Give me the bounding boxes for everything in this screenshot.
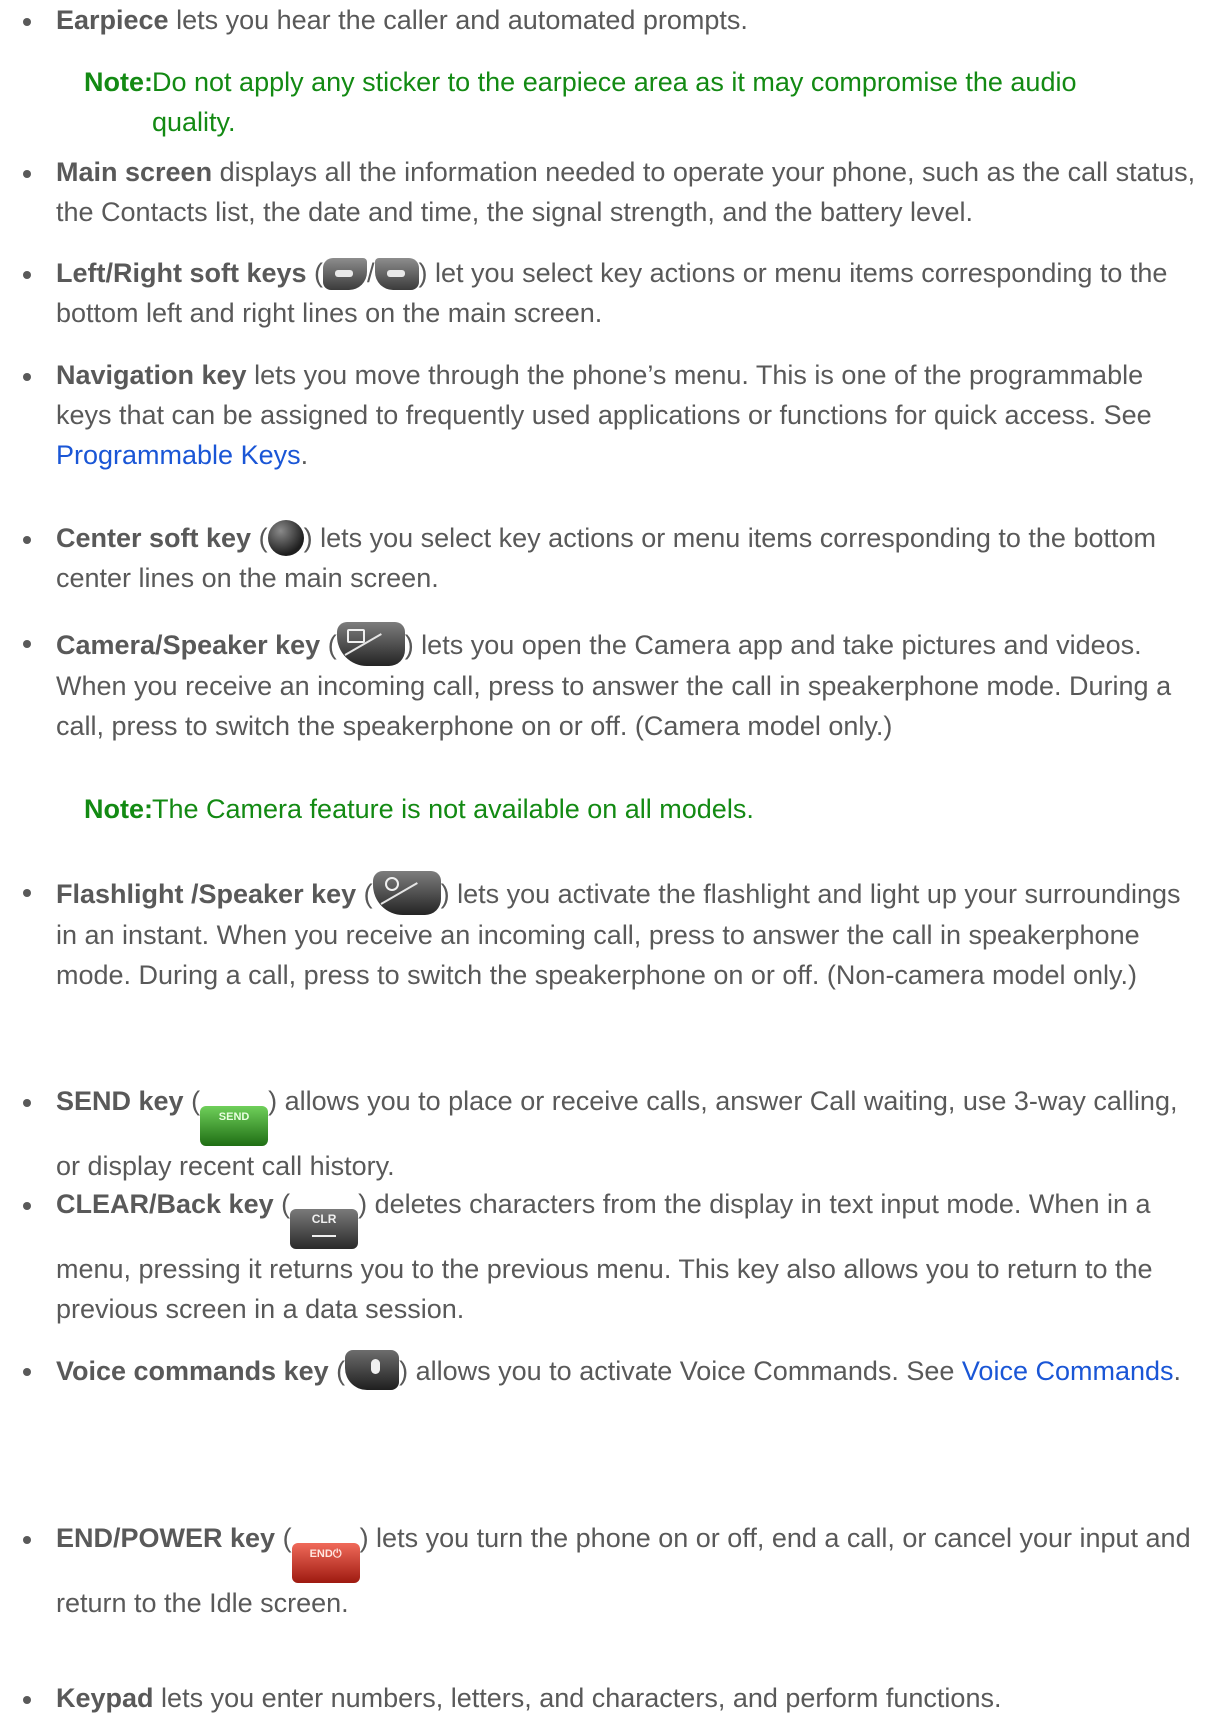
bullet — [23, 536, 31, 544]
list-item-text: Voice commands key ( ) allows you to acti… — [56, 1350, 1200, 1391]
list-item-text: Navigation key lets you move through the… — [56, 355, 1200, 475]
list-item-text: SEND key (SEND) allows you to place or r… — [56, 1081, 1200, 1186]
bullet — [23, 18, 31, 26]
item-term: SEND key — [56, 1086, 184, 1116]
note-earpiece: Note:Do not apply any sticker to the ear… — [84, 62, 1168, 142]
item-term: Flashlight /Speaker key — [56, 879, 357, 909]
bullet — [23, 1536, 31, 1544]
list-item-text: Flashlight /Speaker key () lets you acti… — [56, 871, 1200, 995]
list-item-text: Keypad lets you enter numbers, letters, … — [56, 1678, 1200, 1718]
note-text: Do not apply any sticker to the earpiece… — [152, 67, 1077, 97]
item-term: CLEAR/Back key — [56, 1189, 274, 1219]
item-after: . — [300, 440, 309, 470]
list-item-text: CLEAR/Back key (CLR) deletes characters … — [56, 1184, 1200, 1329]
item-term: Center soft key — [56, 523, 252, 553]
list-item-text: Main screen displays all the information… — [56, 152, 1200, 232]
item-term: Main screen — [56, 157, 213, 187]
item-body: displays all the information needed to o… — [56, 157, 1196, 227]
list-item-text: Left/Right soft keys (/) let you select … — [56, 253, 1200, 333]
bullet — [23, 373, 31, 381]
voice-commands-key-icon — [345, 1350, 400, 1390]
bullet — [23, 170, 31, 178]
camera-speaker-key-icon — [336, 622, 405, 666]
separator: / — [367, 258, 375, 288]
open-paren: ( — [183, 1086, 201, 1116]
note-camera: Note:The Camera feature is not available… — [84, 789, 1168, 829]
open-paren: ( — [320, 630, 337, 660]
item-body: ) allows you to activate Voice Commands.… — [399, 1356, 962, 1386]
bullet — [23, 1696, 31, 1704]
item-term: Camera/Speaker key — [56, 630, 321, 660]
right-softkey-icon — [374, 258, 419, 290]
center-softkey-icon — [267, 520, 304, 556]
item-term: Left/Right soft keys — [56, 258, 307, 288]
bullet — [23, 889, 31, 897]
item-body: lets you hear the caller and automated p… — [168, 5, 748, 35]
list-item-text: Camera/Speaker key () lets you open the … — [56, 622, 1200, 746]
bullet — [23, 271, 31, 279]
open-paren: ( — [356, 879, 373, 909]
note-label: Note: — [84, 67, 153, 97]
programmable-keys-link[interactable]: Programmable Keys — [56, 440, 301, 470]
voice-commands-link[interactable]: Voice Commands — [962, 1356, 1174, 1386]
end-power-key-icon: END⏻ — [291, 1543, 360, 1583]
open-paren: ( — [275, 1523, 292, 1553]
open-paren: ( — [273, 1189, 291, 1219]
item-body: lets you enter numbers, letters, and cha… — [153, 1683, 1002, 1713]
left-softkey-icon — [323, 258, 368, 290]
note-text: The Camera feature is not available on a… — [152, 794, 754, 824]
list-item-text: Center soft key () lets you select key a… — [56, 518, 1200, 598]
note-label: Note: — [84, 794, 153, 824]
open-paren: ( — [306, 258, 324, 288]
bullet — [23, 1202, 31, 1210]
clear-back-key-icon: CLR — [290, 1209, 359, 1249]
item-term: Earpiece — [56, 5, 169, 35]
open-paren: ( — [251, 523, 268, 553]
item-term: Keypad — [56, 1683, 154, 1713]
open-paren: ( — [328, 1356, 346, 1386]
bullet — [23, 1099, 31, 1107]
item-term: Navigation key — [56, 360, 247, 390]
list-item-text: Earpiece lets you hear the caller and au… — [56, 0, 1200, 40]
bullet — [23, 1368, 31, 1376]
document-page: Earpiece lets you hear the caller and au… — [0, 0, 1208, 1723]
flashlight-speaker-key-icon — [372, 871, 441, 915]
item-term: Voice commands key — [56, 1356, 329, 1386]
item-term: END/POWER key — [56, 1523, 276, 1553]
list-item-text: END/POWER key (END⏻) lets you turn the p… — [56, 1518, 1200, 1623]
item-after: . — [1173, 1356, 1182, 1386]
send-key-icon: SEND — [200, 1106, 269, 1146]
bullet — [23, 640, 31, 648]
note-text-cont: quality. — [152, 107, 236, 137]
